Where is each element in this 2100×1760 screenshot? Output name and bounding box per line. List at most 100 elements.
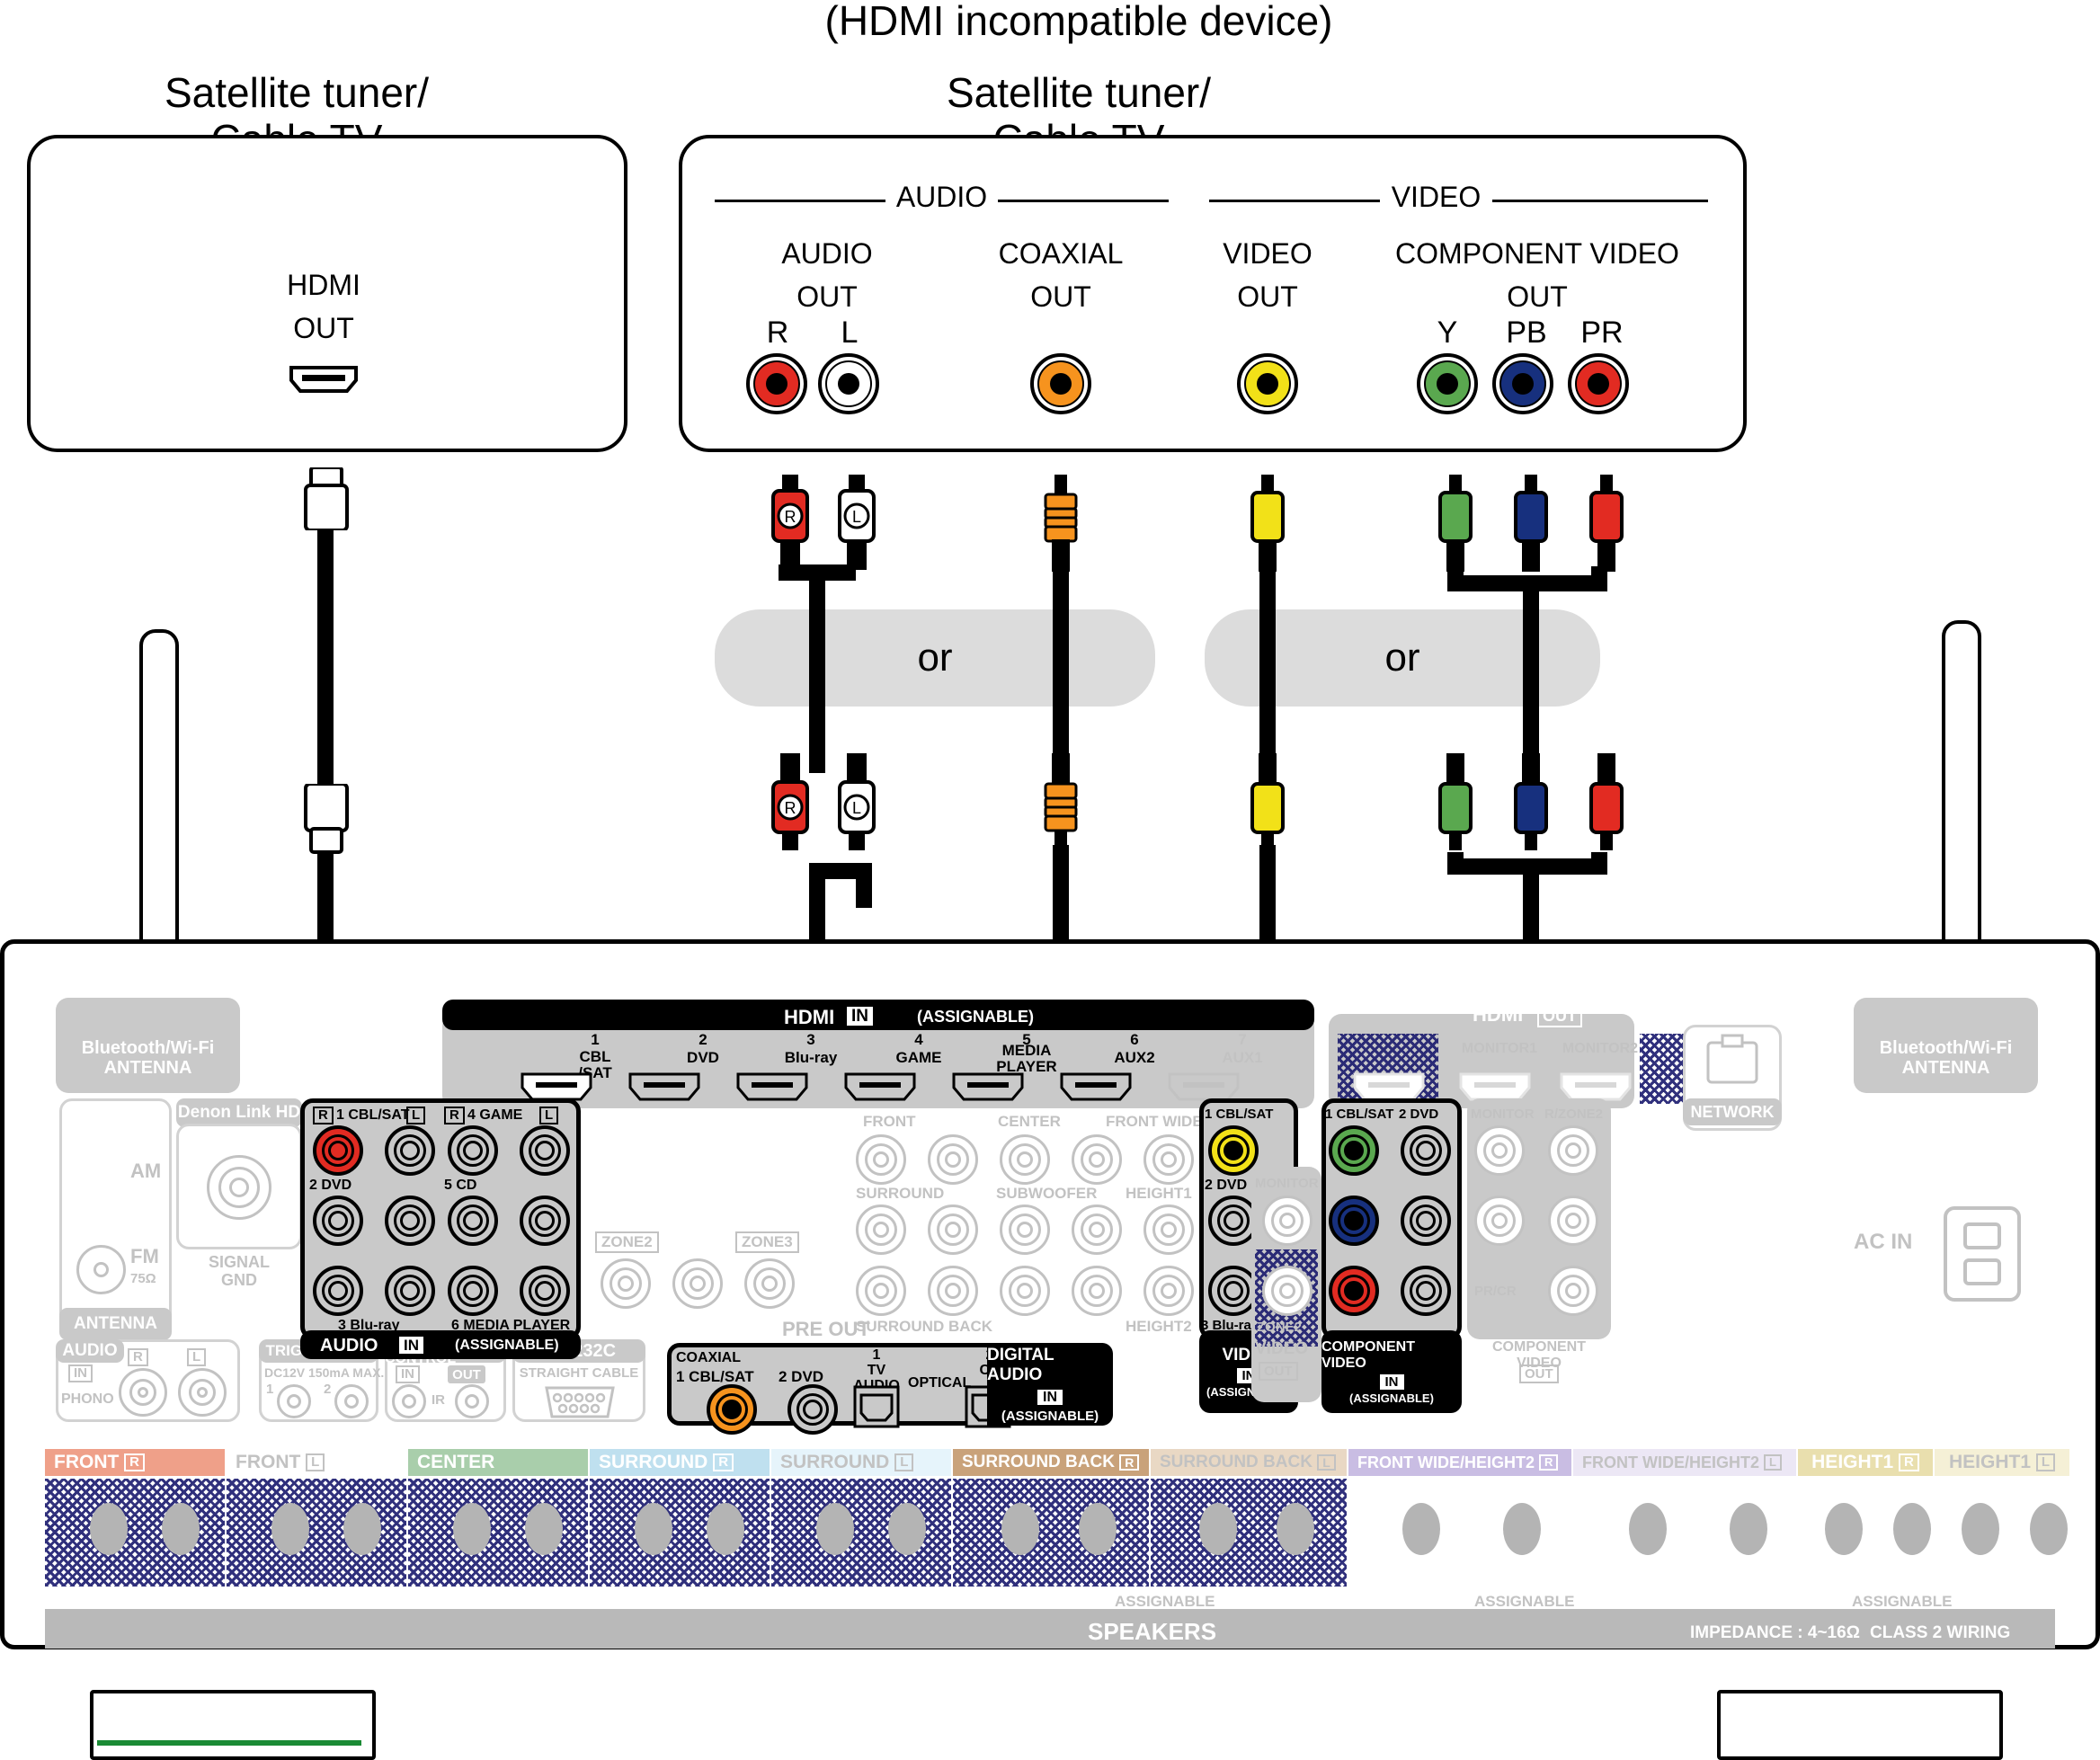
pre-out-jack-1 (856, 1134, 906, 1185)
right-device-note: (HDMI incompatible device) (824, 0, 1333, 44)
network-port-icon (1703, 1034, 1762, 1094)
rca-plug-l-bottom: L (836, 753, 877, 857)
audio-in-media-l-jack (520, 1266, 570, 1316)
digital-audio-coax2-jack (788, 1384, 838, 1435)
spk-label-3: SURROUND (599, 1452, 708, 1472)
hdmi-in-name-6: AUX2 (1114, 1049, 1155, 1066)
video-out-zone2-label: ZONE2 (1257, 1320, 1303, 1335)
hdmi-in-assignable: (ASSIGNABLE) (917, 1008, 1034, 1026)
spk-label-0: FRONT (54, 1452, 120, 1472)
hdmi-in-name-5: MEDIA PLAYER (996, 1042, 1057, 1075)
phono-in-badge: IN (68, 1364, 93, 1382)
spk-post-6-minus (1277, 1503, 1314, 1555)
spk-label-5: SURROUND BACK (962, 1453, 1115, 1471)
antenna-block-am: AM (130, 1160, 162, 1182)
audio-out-jack-l (818, 353, 879, 414)
video-group-rule-right (1492, 200, 1708, 202)
spk-post-3-minus (707, 1503, 744, 1555)
rca-top-droop (809, 575, 825, 773)
pre-out-jack-2 (928, 1134, 978, 1185)
pre-out-jack-9 (1072, 1204, 1122, 1255)
antenna-block-fm: FM (130, 1245, 159, 1267)
component-in-pb-dvd-jack (1401, 1196, 1451, 1246)
audio-in-row1-r2-text: R (444, 1107, 465, 1124)
pre-out-zone2-label: ZONE2 (595, 1231, 659, 1253)
hdmi-in-port-2-icon (627, 1071, 701, 1107)
comp-plug-pr-bottom (1586, 753, 1627, 857)
hdmi-in-num-1: 1 (591, 1031, 600, 1048)
pre-out-jack-8 (1000, 1204, 1050, 1255)
spk-post-4-minus (888, 1503, 926, 1555)
audio-in-cblsat-l-jack (385, 1125, 435, 1176)
fm-antenna-jack (76, 1245, 126, 1294)
spk-post-1-minus (343, 1503, 381, 1555)
audio-group-rule-right (998, 200, 1169, 202)
component-in-y-dvd-jack (1401, 1125, 1451, 1176)
network-label: NETWORK (1683, 1098, 1782, 1125)
hdmi-in-bar: HDMI IN (ASSIGNABLE) (442, 1000, 1314, 1030)
hdmi-in-num-6: 6 (1130, 1031, 1139, 1048)
rca-bottom-right-leg (856, 863, 872, 908)
audio-in-in-badge: IN (399, 1337, 423, 1355)
video-group-label: VIDEO (1391, 181, 1482, 213)
video-out-monitor-label: MONITOR (1255, 1176, 1319, 1191)
pre-out-height2-label: HEIGHT2 (1126, 1318, 1192, 1335)
hdmi-cable-lower (317, 852, 334, 942)
audio-in-row1-r-text: R (313, 1107, 334, 1124)
hdmi-cable-upper (317, 529, 334, 789)
comp-plug-y-bottom (1435, 753, 1476, 857)
component-jack-pb-label: PB (1506, 316, 1547, 350)
spk-band-7: FRONT WIDE/HEIGHT2 R (1348, 1449, 1571, 1476)
audio-in-row1-r: R (313, 1107, 334, 1124)
spk-band-1: FRONT L (227, 1449, 406, 1476)
ac-in-label: AC IN (1854, 1230, 1913, 1254)
video-in-port1-label: 1 CBL/SAT (1205, 1107, 1274, 1122)
rca-plug-r-top: R (770, 475, 811, 578)
pre-out-zone-jack-3 (744, 1258, 795, 1309)
speakers-bar-label: SPEAKERS (1088, 1618, 1217, 1645)
digital-audio-assignable: (ASSIGNABLE) (1001, 1408, 1099, 1424)
audio-in-bluray-l-jack (385, 1266, 435, 1316)
rca-plug-l-top: L (836, 475, 877, 578)
coaxial-out-dir: OUT (1030, 280, 1091, 313)
component-in-pr-cblsat-jack (1329, 1266, 1379, 1316)
remote-out-jack (455, 1384, 489, 1418)
ac-in-socket-icon (1942, 1204, 2023, 1308)
spk-post-10-minus (2030, 1503, 2068, 1555)
trigger-out-num-2: 2 (324, 1382, 332, 1397)
audio-in-row1-left-label: 1 CBL/SAT (336, 1107, 410, 1123)
antenna-block (59, 1098, 172, 1341)
component-out-jack-y (1417, 353, 1478, 414)
hdmi-out-port-2-label: MONITOR1 (1461, 1041, 1538, 1056)
audio-in-game-r-jack (448, 1125, 498, 1176)
audio-out-dir: OUT (796, 280, 858, 313)
audio-in-row1-l2: L (539, 1107, 559, 1124)
hdmi-in-port-3-icon (735, 1071, 809, 1107)
video-group-rule-left (1209, 200, 1380, 202)
speakers-assignable-1: ASSIGNABLE (1115, 1593, 1215, 1610)
pre-out-surroundback-label: SURROUND BACK (856, 1318, 993, 1335)
audio-in-row1-l: L (406, 1107, 426, 1124)
pre-out-jack-5 (1143, 1134, 1194, 1185)
component-out-pr-zone2-jack (1548, 1266, 1598, 1316)
pre-out-zone-jack-2 (672, 1258, 723, 1309)
digital-audio-coax1-jack (707, 1384, 757, 1435)
phono-jack-l (178, 1368, 227, 1417)
component-video-in-assignable: (ASSIGNABLE) (1349, 1391, 1434, 1405)
audio-out-jack-r-label: R (766, 316, 789, 350)
video-out-name: VIDEO (1223, 237, 1312, 270)
svg-text:R: R (785, 799, 796, 817)
receiver-foot-left-stripe (97, 1740, 361, 1746)
component-out-y-monitor-jack (1474, 1125, 1525, 1176)
video-in-port2-label: 2 DVD (1205, 1178, 1248, 1193)
audio-out-name: AUDIO (781, 237, 873, 270)
spk-post-0-minus (162, 1503, 200, 1555)
speakers-class2-label: CLASS 2 WIRING (1870, 1623, 2011, 1642)
remote-in-badge: IN (396, 1365, 420, 1383)
component-jack-pr-label: PR (1580, 316, 1624, 350)
component-video-out-name: COMPONENT VIDEO (1395, 237, 1679, 270)
phono-audio-head: AUDIO (56, 1339, 124, 1363)
spk-post-2-plus (453, 1503, 491, 1555)
audio-in-dvd-l-jack (385, 1196, 435, 1246)
spk-post-9-minus (1893, 1503, 1931, 1555)
